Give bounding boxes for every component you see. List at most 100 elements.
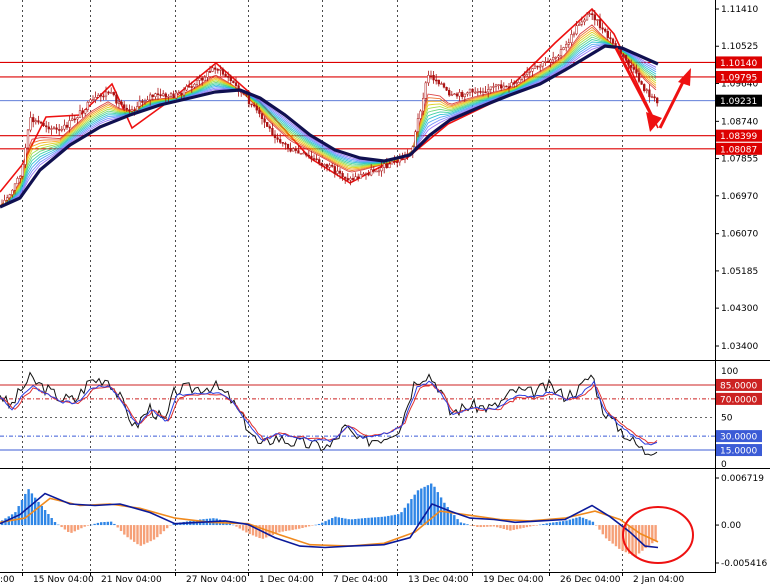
candle-body [162,93,165,97]
macd-histogram-bar [331,518,334,526]
candle-body [16,178,19,185]
candle-body [151,94,154,97]
candle-body [286,144,290,149]
time-tick-label: 13 Dec 04:00 [408,575,469,585]
macd-histogram-bar [288,525,291,531]
candle-body [271,128,274,136]
candle-body [598,19,602,29]
price-tick-label: 1.06970 [721,192,758,202]
candle-body [164,93,167,98]
candle-body [156,93,160,95]
candle-body [50,128,53,130]
candle-body [440,83,443,85]
candle-body [292,148,295,152]
candle-body [81,110,84,114]
macd-histogram-bar [100,522,103,526]
macd-histogram-bar [364,518,367,526]
candle-body [640,81,643,85]
level-tag-label: 1.10140 [720,59,757,69]
macd-histogram-bar [278,525,281,533]
candle-body [34,120,37,123]
candle-body [585,14,589,21]
macd-histogram-bar [413,494,416,526]
candle-body [643,84,646,91]
macd-histogram-bar [502,525,505,529]
candle-body [455,93,459,97]
macd-histogram-bar [86,525,90,526]
macd-histogram-bar [347,519,350,526]
candle-body [414,131,417,147]
oscillator-level-label: 30.0000 [720,433,757,443]
candle-body [84,109,87,114]
macd-histogram-bar [641,525,644,551]
current-price-label: 1.09231 [720,97,757,107]
candle-body [416,118,420,132]
candle-body [601,27,604,30]
candle-body [559,49,563,57]
candle-body [26,129,30,149]
candle-body [175,92,178,99]
candle-body [341,173,344,178]
candle-body [323,164,326,167]
candle-body [115,94,118,104]
candle-body [627,59,630,66]
candle-body [471,88,474,93]
macd-histogram-bar [126,525,129,538]
macd-histogram-bar [235,525,238,527]
macd-histogram-bar [80,525,83,529]
macd-histogram-bar [40,505,43,526]
macd-histogram-bar [614,525,618,547]
trading-chart[interactable]: 1.114101.105251.096401.087401.078551.069… [0,0,770,585]
macd-histogram-bar [307,525,311,527]
macd-histogram-bar [581,517,585,526]
candle-body [281,142,284,144]
macd-histogram-bar [241,525,245,531]
candle-body [611,38,615,44]
macd-histogram-bar [354,518,357,526]
candle-body [580,21,583,25]
macd-histogram-bar [37,501,40,526]
macd-histogram-bar [67,525,70,532]
candle-body [593,14,596,21]
macd-histogram-bar [291,525,294,530]
candle-body [500,84,503,89]
candle-body [32,117,35,123]
macd-histogram-bar [654,525,657,541]
macd-histogram-bar [370,517,373,526]
macd-histogram-bar [595,525,598,526]
candle-body [65,124,69,128]
candle-body [255,105,258,111]
macd-histogram-bar [476,525,479,527]
candle-body [247,94,251,105]
candle-body [458,92,461,97]
macd-histogram-bar [565,520,568,526]
candle-body [21,164,24,177]
price-tick-label: 1.05185 [721,267,758,277]
candle-body [284,142,287,145]
candle-body [533,65,537,69]
candle-body [24,147,27,165]
candle-body [375,170,378,173]
macd-histogram-bar [360,518,364,526]
candle-body [541,61,544,67]
candle-body [367,173,370,176]
candle-body [203,76,206,81]
macd-histogram-bar [416,490,420,526]
candle-body [578,24,581,26]
candle-body [526,72,529,75]
candle-body [609,37,612,40]
candle-body [377,170,381,173]
macd-histogram-bar [562,521,565,526]
candle-body [557,55,560,58]
candle-body [427,75,430,84]
candle-body [185,86,188,91]
macd-histogram-bar [403,507,406,526]
macd-histogram-bar [538,524,542,526]
macd-histogram-bar [466,524,469,526]
candle-body [401,158,404,160]
macd-histogram-bar [604,525,608,539]
candle-body [253,104,256,107]
level-tag-label: 1.09795 [720,73,757,83]
macd-histogram-bar [340,517,344,526]
candle-body [110,92,113,94]
